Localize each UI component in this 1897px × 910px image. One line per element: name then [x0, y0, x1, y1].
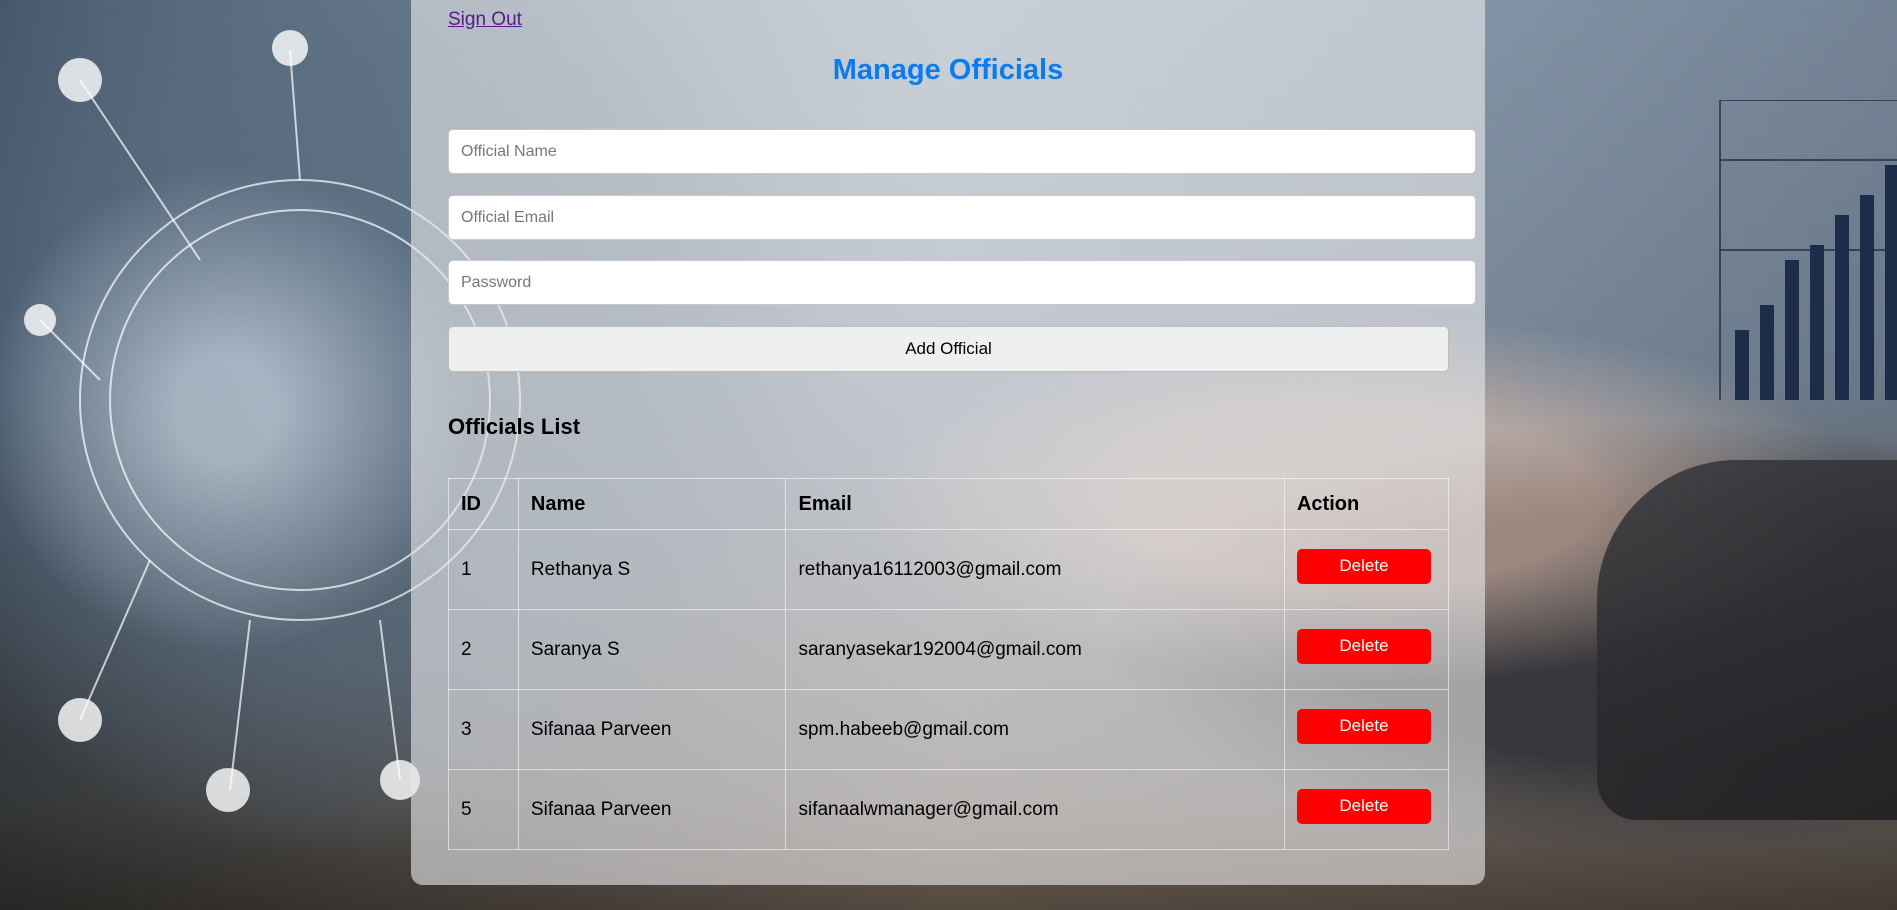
password-input[interactable]	[448, 260, 1476, 305]
table-row: 1 Rethanya S rethanya16112003@gmail.com …	[448, 529, 1450, 610]
cell-action: Delete	[1283, 609, 1450, 690]
cell-email: sifanaalwmanager@gmail.com	[785, 769, 1285, 850]
cell-email: rethanya16112003@gmail.com	[785, 529, 1285, 610]
add-official-button[interactable]: Add Official	[448, 326, 1449, 372]
cell-email: spm.habeeb@gmail.com	[785, 689, 1285, 770]
official-email-input[interactable]	[448, 195, 1476, 240]
column-header-name: Name	[517, 478, 787, 530]
page-title: Manage Officials	[832, 54, 1064, 86]
sign-out-link[interactable]: Sign Out	[448, 9, 522, 31]
delete-button[interactable]: Delete	[1296, 628, 1431, 664]
officials-list-title: Officials List	[448, 414, 581, 439]
cell-action: Delete	[1283, 529, 1450, 610]
official-name-input[interactable]	[448, 129, 1476, 174]
cell-id: 5	[448, 769, 519, 850]
table-row: 3 Sifanaa Parveen spm.habeeb@gmail.com D…	[448, 689, 1450, 770]
background-sleeve	[1597, 460, 1897, 820]
column-header-id: ID	[448, 478, 519, 530]
cell-name: Rethanya S	[517, 529, 787, 610]
cell-name: Sifanaa Parveen	[517, 769, 787, 850]
cell-id: 3	[448, 689, 519, 770]
column-header-action: Action	[1283, 478, 1450, 530]
cell-id: 1	[448, 529, 519, 610]
table-row: 2 Saranya S saranyasekar192004@gmail.com…	[448, 609, 1450, 690]
delete-button[interactable]: Delete	[1296, 708, 1431, 744]
delete-button[interactable]: Delete	[1296, 788, 1431, 824]
table-header-row: ID Name Email Action	[448, 478, 1450, 530]
cell-id: 2	[448, 609, 519, 690]
cell-action: Delete	[1283, 689, 1450, 770]
delete-button[interactable]: Delete	[1296, 548, 1431, 584]
officials-table: ID Name Email Action 1 Rethanya S rethan…	[448, 478, 1450, 850]
cell-email: saranyasekar192004@gmail.com	[785, 609, 1285, 690]
cell-name: Sifanaa Parveen	[517, 689, 787, 770]
background-bar-chart	[1719, 100, 1897, 400]
column-header-email: Email	[785, 478, 1285, 530]
cell-name: Saranya S	[517, 609, 787, 690]
table-row: 5 Sifanaa Parveen sifanaalwmanager@gmail…	[448, 769, 1450, 850]
cell-action: Delete	[1283, 769, 1450, 850]
